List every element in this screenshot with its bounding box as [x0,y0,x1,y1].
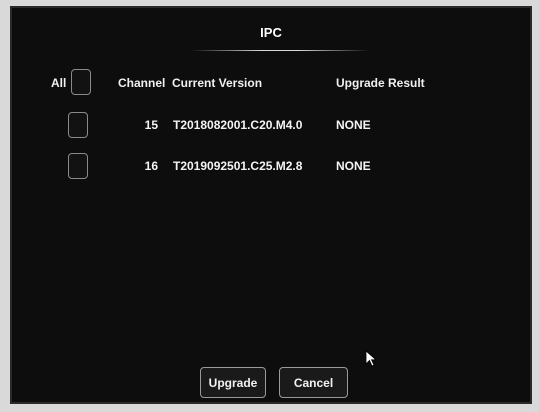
ipc-upgrade-dialog: IPC All Channel Current Version Upgrade … [10,6,532,404]
table-row-version: T2018082001.C20.M4.0 [173,118,303,132]
upgrade-result-column-header: Upgrade Result [336,76,425,90]
dialog-title: IPC [260,25,282,40]
row-checkbox-channel-16[interactable] [68,153,88,179]
cancel-button[interactable]: Cancel [279,367,348,398]
table-row-version: T2019092501.C25.M2.8 [173,159,303,173]
current-version-column-header: Current Version [172,76,263,90]
table-row-result: NONE [336,118,371,132]
title-underline [190,50,370,51]
table-row-result: NONE [336,159,371,173]
select-all-label: All [51,76,67,90]
row-checkbox-channel-15[interactable] [68,112,88,138]
channel-column-header: Channel [118,76,166,90]
upgrade-button[interactable]: Upgrade [200,367,266,398]
table-row-channel: 16 [144,159,158,173]
mouse-pointer-icon [365,350,378,367]
select-all-checkbox[interactable] [71,69,91,95]
table-row-channel: 15 [144,118,158,132]
